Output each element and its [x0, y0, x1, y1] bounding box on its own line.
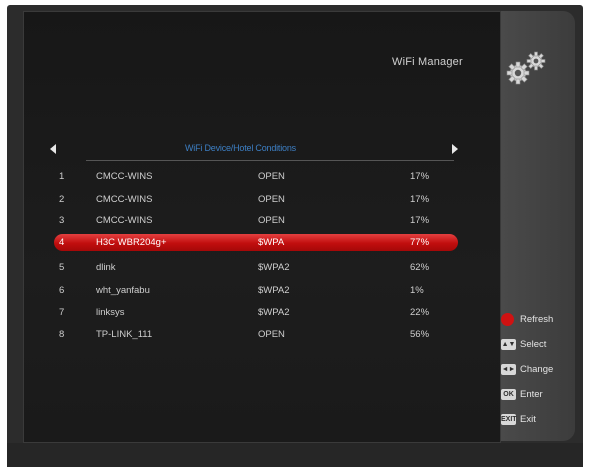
ok-key-icon: OK: [501, 389, 516, 400]
network-row[interactable]: 5 dlink $WPA2 62%: [54, 259, 458, 276]
row-number: 8: [59, 329, 65, 340]
legend-label: Select: [520, 339, 547, 350]
legend-label: Exit: [520, 414, 536, 425]
row-ssid: wht_yanfabu: [96, 285, 150, 296]
row-ssid: H3C WBR204g+: [96, 237, 167, 248]
network-row-selected[interactable]: 4 H3C WBR204g+ $WPA 77%: [54, 234, 458, 251]
legend-label: Enter: [520, 389, 543, 400]
row-signal: 17%: [410, 215, 430, 226]
network-row[interactable]: 3 CMCC-WINS OPEN 17%: [54, 212, 458, 229]
network-row[interactable]: 2 CMCC-WINS OPEN 17%: [54, 191, 458, 208]
row-security: OPEN: [258, 194, 285, 205]
row-ssid: TP-LINK_111: [96, 329, 153, 340]
row-security: $WPA: [258, 237, 285, 248]
row-security: $WPA2: [258, 307, 290, 318]
legend-label: Refresh: [520, 314, 554, 325]
row-signal: 17%: [410, 194, 430, 205]
row-security: $WPA2: [258, 262, 290, 273]
row-number: 7: [59, 307, 65, 318]
row-ssid: CMCC-WINS: [96, 171, 153, 182]
list-header-label: WiFi Device/Hotel Conditions: [185, 143, 296, 153]
row-ssid: dlink: [96, 262, 116, 273]
row-number: 5: [59, 262, 65, 273]
network-row[interactable]: 7 linksys $WPA2 22%: [54, 304, 458, 321]
prev-page-arrow-icon[interactable]: [50, 144, 56, 154]
gear-icon: [506, 51, 546, 85]
next-page-arrow-icon[interactable]: [452, 144, 458, 154]
exit-key-icon: EXIT: [501, 414, 517, 425]
row-security: OPEN: [258, 215, 285, 226]
row-number: 4: [59, 237, 65, 248]
network-row[interactable]: 8 TP-LINK_111 OPEN 56%: [54, 326, 458, 343]
bottom-strip: [7, 443, 583, 467]
row-signal: 62%: [410, 262, 430, 273]
row-ssid: CMCC-WINS: [96, 194, 153, 205]
legend-label: Change: [520, 364, 554, 375]
left-right-key-icon: ◄►: [501, 364, 516, 375]
row-signal: 17%: [410, 171, 430, 182]
network-row[interactable]: 1 CMCC-WINS OPEN 17%: [54, 168, 458, 185]
row-number: 3: [59, 215, 65, 226]
page-title: WiFi Manager: [392, 56, 463, 68]
row-number: 6: [59, 285, 65, 296]
row-security: OPEN: [258, 329, 285, 340]
row-number: 1: [59, 171, 65, 182]
row-signal: 1%: [410, 285, 424, 296]
row-security: $WPA2: [258, 285, 290, 296]
network-row[interactable]: 6 wht_yanfabu $WPA2 1%: [54, 282, 458, 299]
row-ssid: linksys: [96, 307, 125, 318]
row-ssid: CMCC-WINS: [96, 215, 153, 226]
up-down-key-icon: ▲▼: [501, 339, 516, 350]
header-divider: [86, 160, 454, 161]
row-number: 2: [59, 194, 65, 205]
row-security: OPEN: [258, 171, 285, 182]
row-signal: 56%: [410, 329, 430, 340]
row-signal: 22%: [410, 307, 430, 318]
row-signal: 77%: [410, 237, 430, 248]
red-key-icon: [501, 313, 514, 326]
